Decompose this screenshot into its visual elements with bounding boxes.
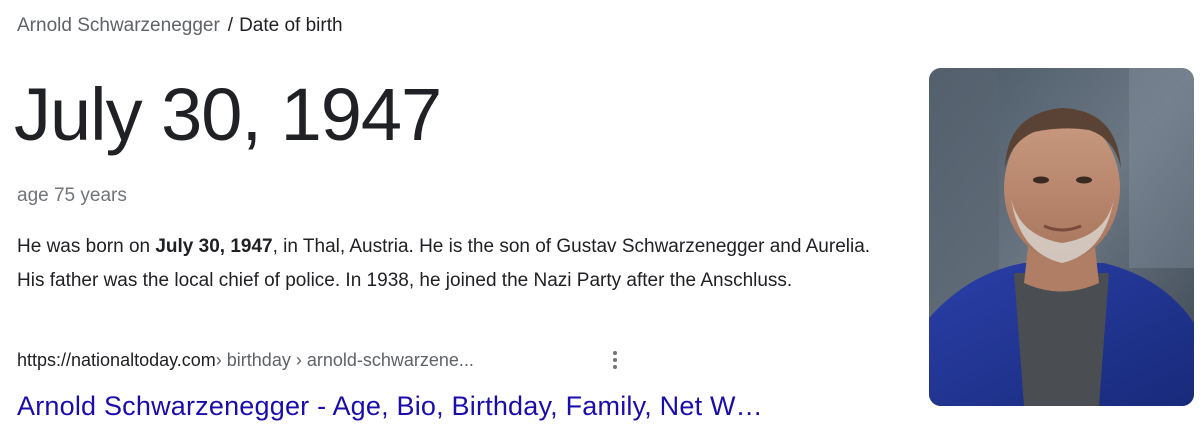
snippet-text-before: He was born on [17, 236, 156, 257]
source-url[interactable]: https://nationaltoday.com › birthday › a… [17, 348, 474, 372]
breadcrumb: Arnold Schwarzenegger / Date of birth [17, 14, 343, 38]
breadcrumb-attribute: Date of birth [239, 15, 343, 36]
person-photo[interactable] [929, 68, 1194, 406]
snippet-highlight: July 30, 1947 [155, 236, 273, 257]
source-domain: https://nationaltoday.com [17, 350, 216, 370]
source-path: › birthday › arnold-schwarzene... [215, 350, 474, 370]
person-photo-image [929, 68, 1194, 406]
answer-date: July 30, 1947 [14, 73, 442, 156]
result-title-link[interactable]: Arnold Schwarzenegger - Age, Bio, Birthd… [17, 388, 763, 424]
breadcrumb-entity-link[interactable]: Arnold Schwarzenegger [17, 15, 220, 36]
breadcrumb-separator: / [227, 15, 234, 36]
age-text: age 75 years [17, 185, 127, 206]
more-options-button[interactable] [603, 346, 627, 374]
more-vert-icon [613, 351, 617, 355]
featured-snippet-text: He was born on July 30, 1947, in Thal, A… [17, 230, 887, 298]
